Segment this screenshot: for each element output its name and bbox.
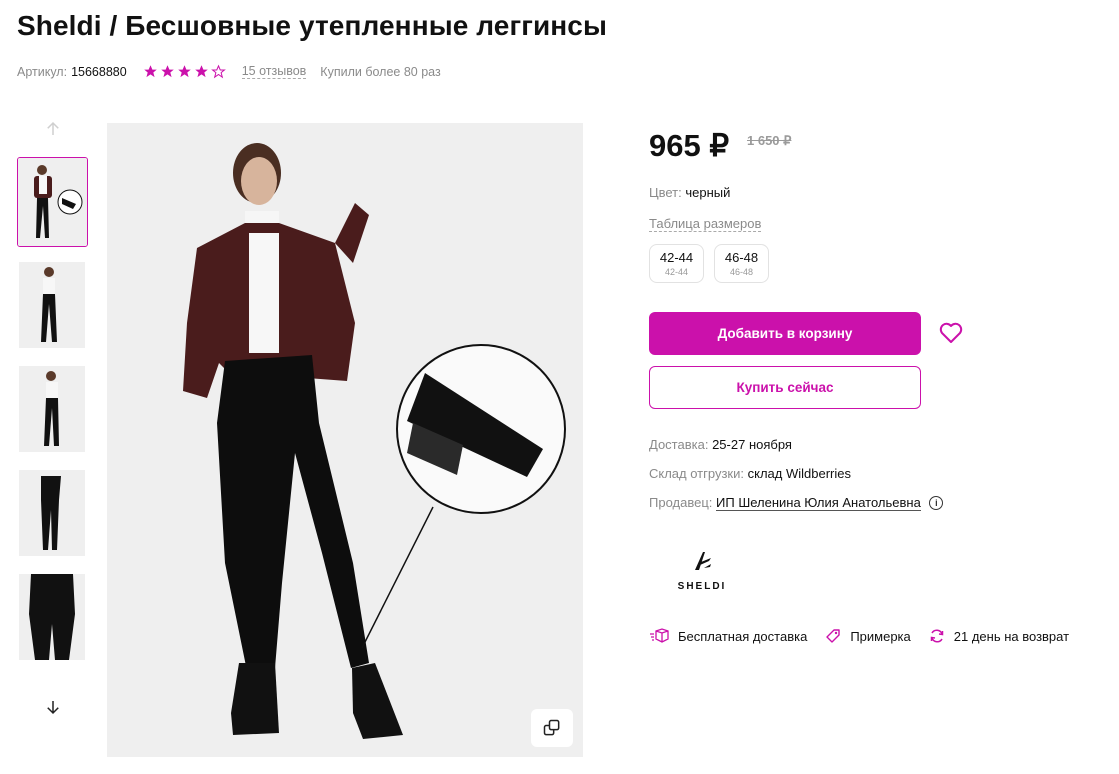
star-empty-icon — [210, 64, 226, 79]
info-icon[interactable]: i — [929, 496, 944, 510]
seller-row: Продавец: ИП Шеленина Юлия Анатольевна i — [649, 495, 944, 511]
star-filled-icon — [177, 65, 191, 78]
delivery-row: Доставка: 25-27 ноября — [649, 437, 792, 452]
color-label: Цвет: — [649, 185, 682, 200]
main-product-image[interactable] — [107, 123, 583, 757]
size-option[interactable]: 42-44 42-44 — [649, 244, 704, 283]
size-option[interactable]: 46-48 46-48 — [714, 244, 769, 283]
size-sublabel: 46-48 — [729, 267, 754, 277]
perks-row: Бесплатная доставка Примерка 21 день на … — [649, 628, 1087, 644]
color-row: Цвет: черный — [649, 185, 730, 200]
product-photo — [107, 123, 583, 757]
warehouse-label: Склад отгрузки: — [649, 466, 744, 481]
bought-count: Купили более 80 раз — [320, 64, 441, 79]
refresh-icon — [930, 629, 943, 643]
thumbnail-5[interactable] — [19, 574, 85, 660]
size-selector: 42-44 42-44 46-48 46-48 — [649, 244, 769, 283]
warehouse-row: Склад отгрузки: склад Wildberries — [649, 466, 851, 481]
thumbs-up-arrow-icon[interactable] — [40, 119, 66, 139]
old-price: 1 650 ₽ — [747, 133, 792, 148]
brand-emblem-icon — [695, 552, 711, 570]
reviews-link[interactable]: 15 отзывов — [241, 64, 307, 79]
brand-logo[interactable]: SHELDI — [672, 548, 732, 592]
brand-name: SHELDI — [677, 581, 727, 592]
seller-link[interactable]: ИП Шеленина Юлия Анатольевна — [716, 495, 921, 511]
size-label: 46-48 — [724, 250, 759, 265]
box-icon — [650, 628, 669, 643]
article-label: Артикул: — [17, 64, 68, 79]
color-value: черный — [685, 185, 731, 200]
tag-icon — [826, 629, 841, 643]
current-price: 965 ₽ — [649, 128, 730, 163]
size-table-link[interactable]: Таблица размеров — [649, 216, 762, 232]
copy-icon[interactable] — [531, 709, 573, 747]
thumbs-down-arrow-icon[interactable] — [40, 697, 66, 717]
star-filled-icon — [143, 65, 157, 78]
perk-label: Примерка — [850, 628, 911, 644]
thumbnail-3[interactable] — [19, 366, 85, 452]
delivery-value: 25-27 ноября — [712, 437, 792, 452]
star-filled-icon — [160, 65, 174, 78]
delivery-label: Доставка: — [649, 437, 709, 452]
thumbnail-1[interactable] — [17, 157, 88, 247]
seller-label: Продавец: — [649, 495, 713, 510]
perk-label: 21 день на возврат — [953, 628, 1070, 644]
perk-fitting: Примерка — [825, 628, 911, 644]
product-meta: Артикул: 15668880 15 отзывов Купили боле… — [17, 64, 441, 79]
perk-free-delivery: Бесплатная доставка — [649, 628, 807, 644]
rating-stars — [143, 64, 226, 79]
warehouse-value: склад Wildberries — [747, 466, 851, 481]
perk-return: 21 день на возврат — [929, 628, 1069, 644]
size-label: 42-44 — [659, 250, 694, 265]
article-value: 15668880 — [71, 64, 127, 79]
buy-now-button[interactable]: Купить сейчас — [649, 366, 921, 409]
thumbnail-2[interactable] — [19, 262, 85, 348]
perk-label: Бесплатная доставка — [678, 628, 808, 644]
star-filled-icon — [194, 65, 208, 78]
heart-icon[interactable] — [939, 322, 963, 344]
size-sublabel: 42-44 — [664, 267, 689, 277]
add-to-cart-button[interactable]: Добавить в корзину — [649, 312, 921, 355]
page-title: Sheldi / Бесшовные утепленные леггинсы — [17, 10, 607, 41]
thumbnail-4[interactable] — [19, 470, 85, 556]
